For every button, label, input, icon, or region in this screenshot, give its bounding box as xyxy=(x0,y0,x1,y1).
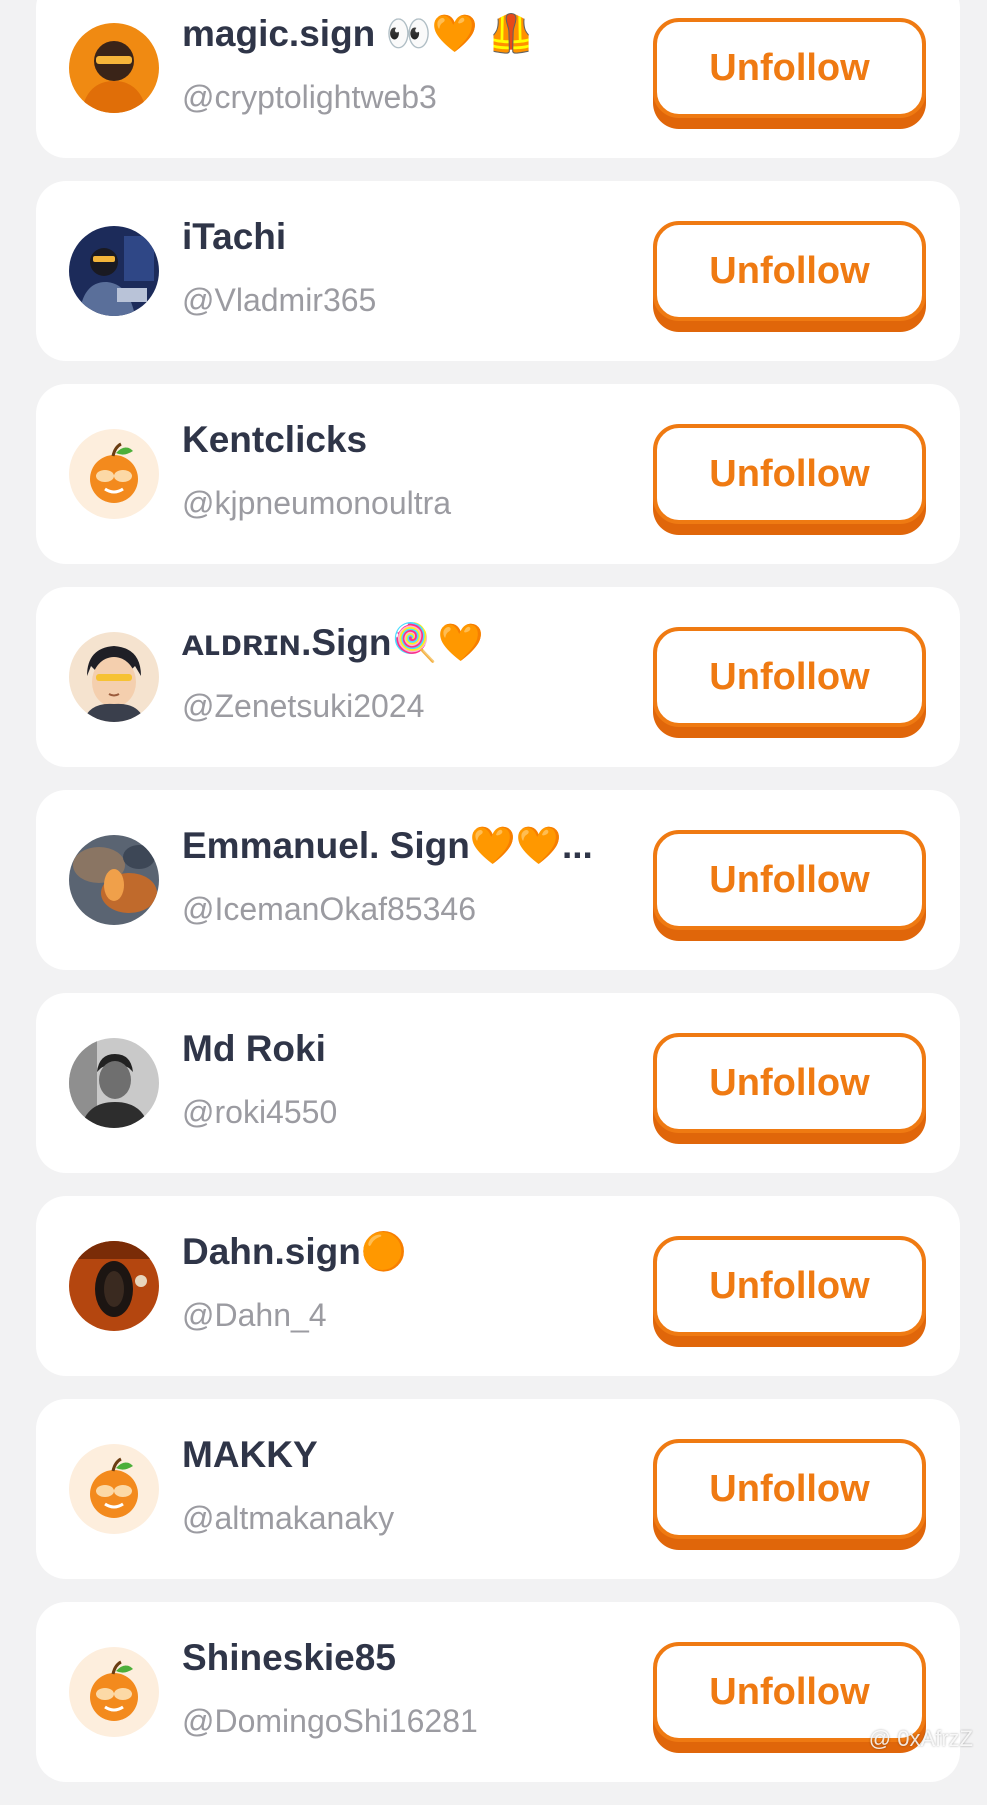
grayscale-portrait-avatar[interactable] xyxy=(69,1038,159,1128)
user-handle: @IcemanOkaf85346 xyxy=(182,891,476,927)
anime-face-avatar[interactable] xyxy=(69,632,159,722)
list-item: Md Roki @roki4550 Unfollow xyxy=(36,993,960,1173)
list-item: Kentclicks @kjpneumonoultra Unfollow xyxy=(36,384,960,564)
orange-mascot-avatar[interactable] xyxy=(69,1444,159,1534)
blurred-photo-avatar[interactable] xyxy=(69,835,159,925)
list-item: iTachi @Vladmir365 Unfollow xyxy=(36,181,960,361)
user-handle: @Dahn_4 xyxy=(182,1297,327,1333)
orange-mascot-avatar[interactable] xyxy=(69,1647,159,1737)
list-item: magic.sign 👀🧡 🦺 @cryptolightweb3 Unfollo… xyxy=(36,0,960,158)
user-name: Md Roki xyxy=(182,1028,326,1069)
user-handle: @Vladmir365 xyxy=(182,282,377,318)
user-name: Kentclicks xyxy=(182,419,368,460)
user-name: Dahn.sign🟠 xyxy=(182,1231,407,1272)
orange-mascot-avatar[interactable] xyxy=(69,429,159,519)
unfollow-button[interactable]: Unfollow xyxy=(653,627,926,727)
unfollow-button[interactable]: Unfollow xyxy=(653,830,926,930)
unfollow-button[interactable]: Unfollow xyxy=(653,424,926,524)
user-handle: @roki4550 xyxy=(182,1094,338,1130)
list-item: ᴀʟᴅʀɪɴ.Sign🍭🧡 @Zenetsuki2024 Unfollow xyxy=(36,587,960,767)
user-name: Shineskie85 xyxy=(182,1637,396,1678)
user-name: magic.sign 👀🧡 🦺 xyxy=(182,13,535,54)
unfollow-button[interactable]: Unfollow xyxy=(653,1033,926,1133)
unfollow-button[interactable]: Unfollow xyxy=(653,18,926,118)
list-item: Emmanuel. Sign🧡🧡... @IcemanOkaf85346 Unf… xyxy=(36,790,960,970)
list-item: Shineskie85 @DomingoShi16281 Unfollow xyxy=(36,1602,960,1782)
user-handle: @Zenetsuki2024 xyxy=(182,688,425,724)
person-at-desk-avatar[interactable] xyxy=(69,226,159,316)
user-name: iTachi xyxy=(182,216,287,257)
user-handle: @kjpneumonoultra xyxy=(182,485,452,521)
user-name: MAKKY xyxy=(182,1434,318,1475)
unfollow-button[interactable]: Unfollow xyxy=(653,221,926,321)
user-name: ᴀʟᴅʀɪɴ.Sign🍭🧡 xyxy=(182,622,484,663)
user-handle: @altmakanaky xyxy=(182,1500,395,1536)
following-list: magic.sign 👀🧡 🦺 @cryptolightweb3 Unfollo… xyxy=(36,0,960,1805)
unfollow-button[interactable]: Unfollow xyxy=(653,1439,926,1539)
list-item: MAKKY @altmakanaky Unfollow xyxy=(36,1399,960,1579)
hooded-figure-avatar[interactable] xyxy=(69,23,159,113)
user-handle: @cryptolightweb3 xyxy=(182,79,437,115)
unfollow-button[interactable]: Unfollow xyxy=(653,1236,926,1336)
watermark-text: @ 0xAfrzZ xyxy=(868,1726,973,1751)
user-name: Emmanuel. Sign🧡🧡... xyxy=(182,825,593,866)
dark-leaf-avatar[interactable] xyxy=(69,1241,159,1331)
user-handle: @DomingoShi16281 xyxy=(182,1703,478,1739)
list-item: Dahn.sign🟠 @Dahn_4 Unfollow xyxy=(36,1196,960,1376)
